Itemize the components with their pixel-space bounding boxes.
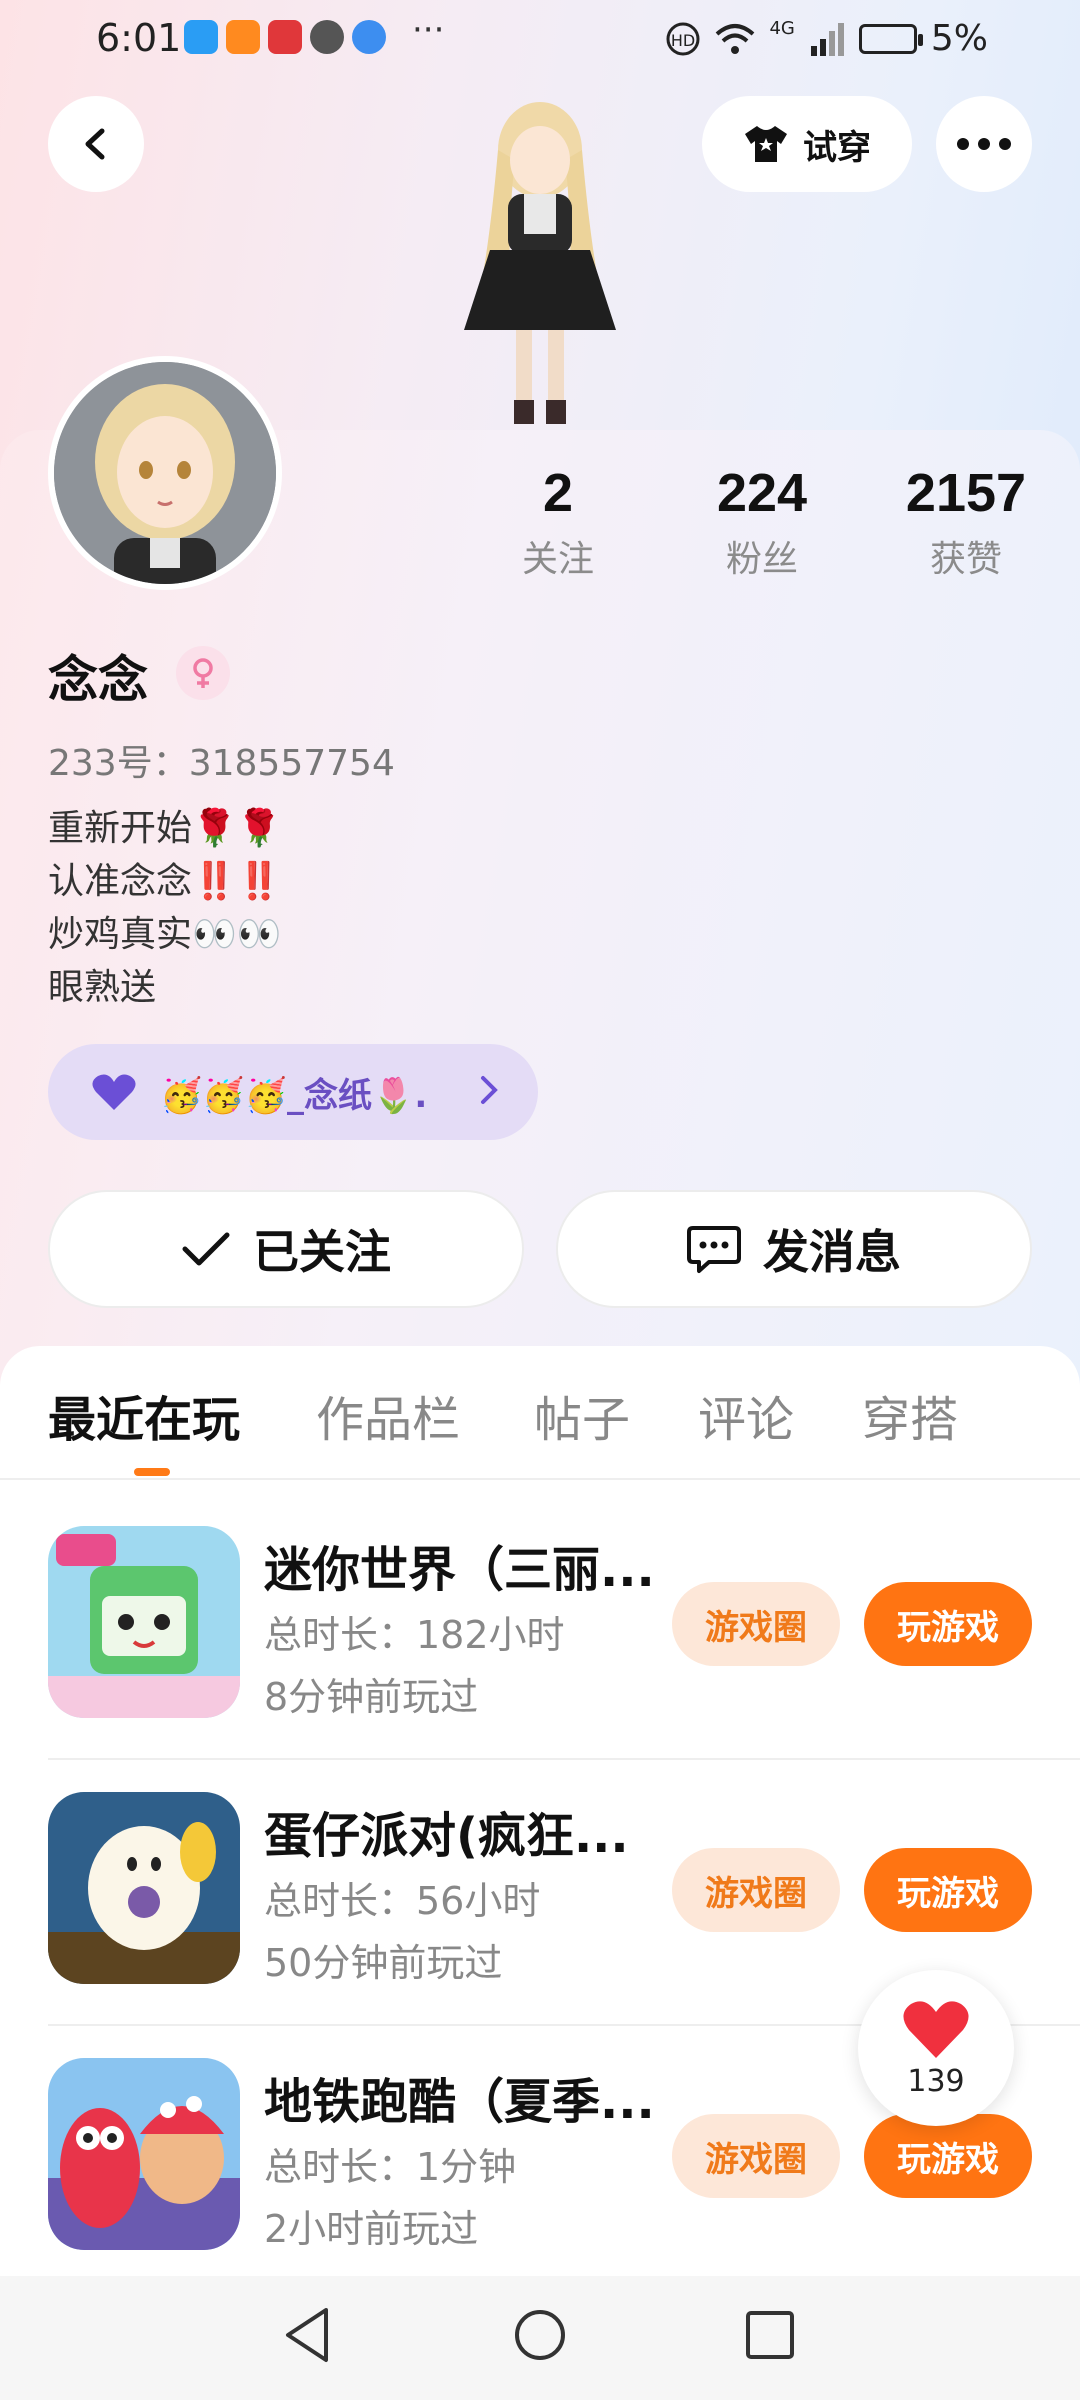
following-label: 关注 [521,539,594,580]
game-duration: 总时长：1分钟 [264,2145,517,2189]
wifi-icon [716,23,755,54]
heart-icon [92,1074,136,1110]
more-dots-icon [957,138,1011,150]
game-last-played: 50分钟前玩过 [264,1941,503,1985]
game-row[interactable]: 迷你世界（三丽... 总时长：182小时 8分钟前玩过 游戏圈 玩游戏 [0,1526,1080,1790]
mini-world-game-icon [48,1526,240,1718]
game-last-played: 2小时前玩过 [264,2207,479,2251]
status-more-icon: ··· [412,10,445,50]
nav-back-icon[interactable] [282,2306,334,2364]
game-duration: 总时长：56小时 [264,1879,541,1923]
signal-icon [810,22,844,56]
back-button[interactable] [48,96,144,192]
game-duration: 总时长：182小时 [264,1613,565,1657]
check-icon [182,1232,230,1266]
bio-line: 炒鸡真实👀👀 [48,914,282,955]
reader-app-icon [268,20,302,54]
bio: 重新开始🌹🌹 认准念念‼️‼️ 炒鸡真实👀👀 眼熟送 [48,802,282,1014]
battery-icon [858,23,923,54]
active-tab-indicator [134,1468,170,1476]
avatar-image [54,362,276,584]
profile-tabs: 最近在玩 作品栏 帖子 评论 穿搭 [0,1380,1080,1480]
avatar-character-figure[interactable] [420,90,660,430]
stat-likes[interactable]: 2157 获赞 [886,462,1046,582]
bio-line: 重新开始🌹🌹 [48,808,282,849]
bio-line: 认准念念‼️‼️ [48,861,282,902]
fan-group-label: 🥳🥳🥳_念纸🌷. [160,1075,428,1116]
game-circle-button[interactable]: 游戏圈 [672,2114,840,2198]
tab-comments[interactable]: 评论 [698,1380,794,1450]
tab-divider [0,1478,1080,1480]
stat-fans[interactable]: 224 粉丝 [682,462,842,582]
tab-outfits[interactable]: 穿搭 [862,1380,958,1450]
tab-works[interactable]: 作品栏 [316,1380,460,1450]
following-count: 2 [542,463,574,523]
chevron-left-icon [85,128,105,160]
likes-count: 2157 [905,463,1027,523]
female-gender-icon [176,646,230,700]
tshirt-icon [745,126,787,162]
username: 念念 [48,651,148,709]
stat-following[interactable]: 2 关注 [478,462,638,582]
likes-label: 获赞 [929,539,1002,580]
play-game-button[interactable]: 玩游戏 [864,2114,1032,2198]
game-last-played: 8分钟前玩过 [264,1675,479,1719]
send-message-label: 发消息 [763,1225,901,1279]
play-game-button[interactable]: 玩游戏 [864,1582,1032,1666]
hd-call-icon: HD [666,22,700,55]
try-on-label: 试穿 [803,127,871,168]
following-button-label: 已关注 [253,1225,391,1279]
network-type: 4G [769,18,795,39]
user-id: 233号：318557754 [48,743,395,784]
subway-surfers-game-icon [48,2058,240,2250]
chat-bubble-icon [687,1226,741,1273]
wechat-app-icon [310,20,344,54]
battery-percent: 5% [930,18,988,59]
eggy-party-game-icon [48,1792,240,1984]
fan-group-pill[interactable]: 🥳🥳🥳_念纸🌷. [48,1044,538,1140]
nav-recents-icon[interactable] [744,2306,796,2364]
nav-home-icon[interactable] [512,2306,568,2364]
tab-posts[interactable]: 帖子 [534,1380,630,1450]
send-message-button[interactable]: 发消息 [556,1190,1032,1308]
status-bar: 6:01 ··· HD 4G 5% [0,0,1080,80]
fans-count: 224 [716,463,808,523]
more-options-button[interactable] [936,96,1032,192]
row-divider [48,1758,1080,1760]
game-name: 地铁跑酷（夏季... [264,2074,655,2130]
play-game-button[interactable]: 玩游戏 [864,1848,1032,1932]
svg-text:HD: HD [671,31,695,50]
bio-line: 眼熟送 [48,967,157,1008]
system-nav-bar [0,2276,1080,2400]
avatar[interactable] [48,356,282,590]
like-float-button[interactable]: 139 [858,1970,1014,2126]
fans-label: 粉丝 [725,539,798,580]
game-name: 蛋仔派对(疯狂... [264,1808,629,1864]
game-name: 迷你世界（三丽... [264,1542,655,1598]
status-time: 6:01 [96,16,182,60]
following-button[interactable]: 已关注 [48,1190,524,1308]
heart-icon [903,2000,969,2058]
chevron-right-icon [481,1076,498,1104]
video-app-icon [226,20,260,54]
tab-recently-played[interactable]: 最近在玩 [48,1380,240,1450]
status-app-icons [184,20,386,54]
like-count: 139 [907,2063,965,2099]
try-on-button[interactable]: 试穿 [702,96,912,192]
game-circle-button[interactable]: 游戏圈 [672,1848,840,1932]
game-circle-button[interactable]: 游戏圈 [672,1582,840,1666]
status-right-group: HD 4G 5% [665,18,988,59]
browser-app-icon [352,20,386,54]
search-app-icon [184,20,218,54]
